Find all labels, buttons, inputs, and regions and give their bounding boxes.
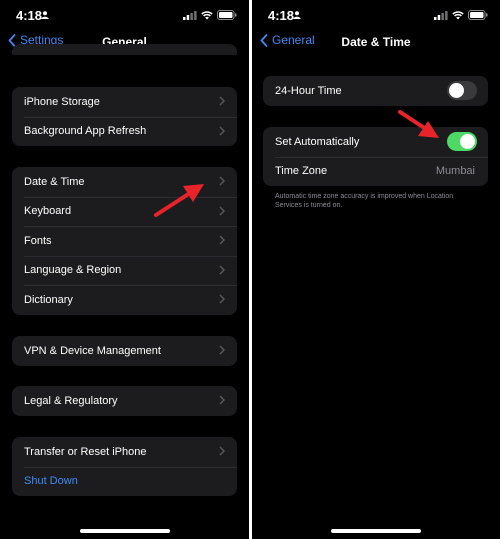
wifi-icon: [452, 10, 464, 19]
iphone-storage-item[interactable]: iPhone Storage: [12, 87, 237, 117]
cell-label: Dictionary: [24, 293, 73, 306]
background-app-refresh-item[interactable]: Background App Refresh: [12, 116, 237, 147]
status-bar: 4:18: [252, 0, 500, 30]
home-indicator[interactable]: [331, 529, 421, 533]
cell-label: VPN & Device Management: [24, 344, 161, 357]
transfer-reset-item[interactable]: Transfer or Reset iPhone: [12, 437, 237, 467]
battery-icon: [468, 10, 488, 20]
hour24-item: 24-Hour Time: [263, 76, 488, 106]
reset-group: Transfer or Reset iPhone Shut Down: [12, 437, 237, 496]
toggle-knob: [449, 83, 464, 98]
legal-group: Legal & Regulatory: [12, 386, 237, 416]
person-icon: [41, 11, 49, 19]
chevron-right-icon: [219, 294, 225, 304]
cell-label: Time Zone: [275, 165, 328, 178]
dictionary-item[interactable]: Dictionary: [12, 285, 237, 315]
page-title: Date & Time: [341, 35, 411, 49]
cell-label: 24-Hour Time: [275, 84, 342, 97]
storage-group: iPhone Storage Background App Refresh: [12, 87, 237, 146]
nav-bar: General Date & Time: [252, 30, 500, 56]
legal-regulatory-item[interactable]: Legal & Regulatory: [12, 386, 237, 416]
chevron-right-icon: [219, 235, 225, 245]
status-bar: 4:18: [0, 0, 249, 30]
red-arrow-icon: [398, 110, 439, 138]
cell-label: Set Automatically: [275, 135, 360, 148]
chevron-right-icon: [219, 345, 225, 355]
red-arrow-icon: [154, 184, 204, 217]
chevron-right-icon: [219, 126, 225, 135]
date-time-screen: 4:18 General Date & Time 24-Hour Time Se…: [252, 0, 500, 539]
cell-label: Transfer or Reset iPhone: [24, 445, 147, 458]
cell-label: Background App Refresh: [24, 125, 147, 138]
general-screen: 4:18 Settings General iPhone Storage Bac…: [0, 0, 249, 539]
cell-label: iPhone Storage: [24, 95, 100, 108]
status-icons: [183, 10, 237, 20]
shut-down-button[interactable]: Shut Down: [12, 466, 237, 497]
nav-divider: [0, 55, 249, 61]
cell-label: Shut Down: [24, 475, 78, 488]
toggle-knob: [460, 134, 475, 149]
home-indicator[interactable]: [80, 529, 170, 533]
cell-label: Date & Time: [24, 175, 85, 188]
auto-time-group: Set Automatically Time Zone Mumbai: [263, 127, 488, 186]
fonts-item[interactable]: Fonts: [12, 226, 237, 256]
wifi-icon: [201, 10, 213, 19]
cell-label: Legal & Regulatory: [24, 394, 118, 407]
hour24-toggle[interactable]: [447, 81, 477, 100]
time-zone-value: Mumbai: [435, 165, 475, 178]
language-region-item[interactable]: Language & Region: [12, 255, 237, 286]
status-icons: [434, 10, 488, 20]
chevron-right-icon: [219, 206, 225, 215]
chevron-right-icon: [219, 395, 225, 405]
cell-label: Fonts: [24, 234, 52, 247]
vpn-group: VPN & Device Management: [12, 336, 237, 366]
set-automatically-toggle[interactable]: [447, 132, 477, 151]
chevron-right-icon: [219, 96, 225, 106]
vpn-device-management-item[interactable]: VPN & Device Management: [12, 336, 237, 366]
signal-icon: [434, 10, 448, 20]
hour24-group: 24-Hour Time: [263, 76, 488, 106]
chevron-right-icon: [219, 446, 225, 456]
status-time: 4:18: [268, 8, 295, 23]
signal-icon: [183, 10, 197, 20]
chevron-right-icon: [219, 176, 225, 186]
location-footnote: Automatic time zone accuracy is improved…: [275, 193, 454, 209]
battery-icon: [217, 10, 237, 20]
status-time: 4:18: [16, 8, 43, 23]
time-zone-item[interactable]: Time Zone Mumbai: [263, 156, 488, 187]
cell-label: Language & Region: [24, 264, 122, 277]
cell-label: Keyboard: [24, 205, 72, 218]
person-icon: [293, 11, 301, 19]
chevron-right-icon: [219, 265, 225, 274]
set-automatically-item: Set Automatically: [263, 127, 488, 157]
